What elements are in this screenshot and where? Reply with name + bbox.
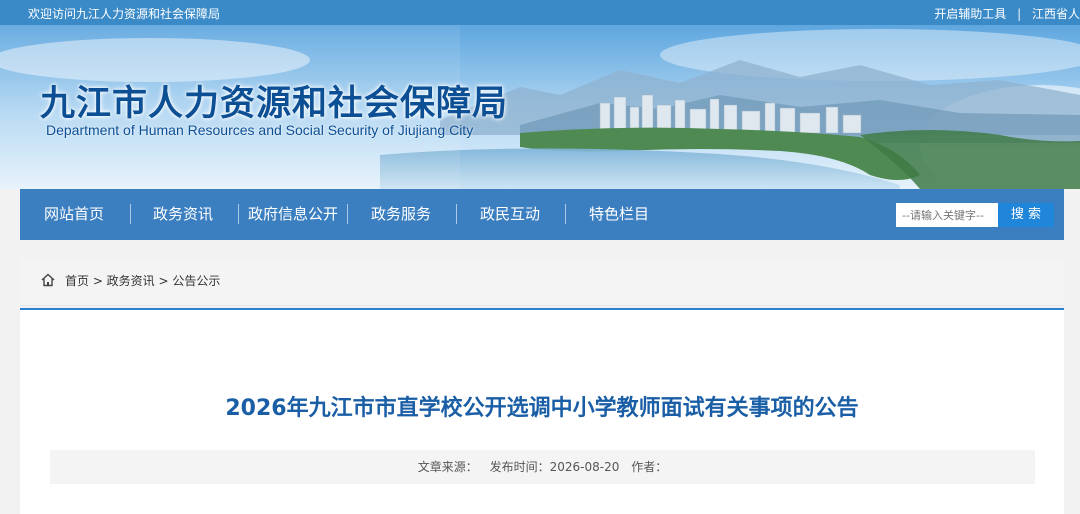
article-author: 作者： — [631, 460, 668, 474]
top-bar: 欢迎访问九江人力资源和社会保障局 开启辅助工具 | 江西省人 — [0, 0, 1080, 25]
article-title: 2026年九江市市直学校公开选调中小学教师面试有关事项的公告 — [225, 396, 859, 421]
welcome-text: 欢迎访问九江人力资源和社会保障局 — [28, 7, 221, 21]
article-date: 发布时间：2026-08-20 — [489, 460, 620, 474]
article-meta: 文章来源： 发布时间：2026-08-20 作者： — [50, 450, 1035, 484]
home-icon — [41, 273, 55, 287]
nav-item-news[interactable]: 政务资讯 — [153, 189, 213, 240]
nav-item-home[interactable]: 网站首页 — [44, 189, 104, 240]
nav-divider — [347, 204, 348, 224]
nav-divider — [130, 204, 131, 224]
breadcrumb-path[interactable]: 首页 > 政务资讯 > 公告公示 — [65, 272, 220, 289]
top-links-separator: | — [1017, 7, 1022, 21]
site-title-english: Department of Human Resources and Social… — [46, 122, 474, 138]
province-link[interactable]: 江西省人 — [1032, 5, 1080, 22]
nav-item-featured[interactable]: 特色栏目 — [589, 189, 649, 240]
search-button[interactable]: 搜 索 — [998, 203, 1054, 227]
nav-divider — [238, 204, 239, 224]
site-banner: 九江市人力资源和社会保障局 Department of Human Resour… — [0, 25, 1080, 189]
nav-divider — [565, 204, 566, 224]
nav-item-interaction[interactable]: 政民互动 — [480, 189, 540, 240]
accessibility-tool-link[interactable]: 开启辅助工具 — [934, 5, 1006, 22]
top-links: 开启辅助工具 | 江西省人 — [934, 5, 1080, 22]
main-nav: 网站首页 政务资讯 政府信息公开 政务服务 政民互动 特色栏目 搜 索 — [20, 189, 1064, 240]
nav-item-services[interactable]: 政务服务 — [371, 189, 431, 240]
nav-divider — [456, 204, 457, 224]
nav-item-gov-info[interactable]: 政府信息公开 — [248, 189, 338, 240]
search-input[interactable] — [896, 203, 998, 227]
article-panel: 2026年九江市市直学校公开选调中小学教师面试有关事项的公告 文章来源： 发布时… — [20, 308, 1064, 514]
site-title: 九江市人力资源和社会保障局 — [40, 83, 509, 124]
breadcrumb: 首页 > 政务资讯 > 公告公示 — [20, 258, 1064, 306]
article-source: 文章来源： — [417, 460, 478, 474]
